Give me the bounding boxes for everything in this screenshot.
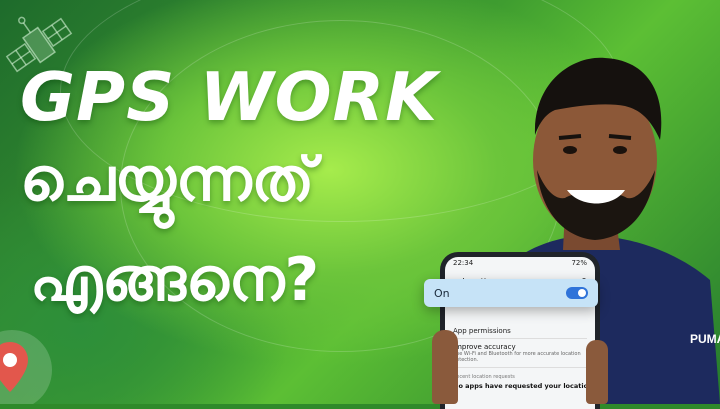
headline-line-3: എങ്ങനെ? — [30, 245, 320, 315]
hand-left — [432, 330, 458, 404]
settings-list: App permissions Improve accuracy Use Wi-… — [453, 321, 587, 390]
improve-accuracy-title: Improve accuracy — [453, 343, 516, 351]
location-pin-icon — [0, 330, 52, 404]
headline-line-1: GPS WORK — [20, 58, 439, 136]
status-battery: 72% — [571, 259, 587, 267]
improve-accuracy-description: Use Wi-Fi and Bluetooth for more accurat… — [453, 351, 581, 363]
location-toggle-label: On — [434, 286, 450, 300]
recent-requests-label: Recent location requests — [453, 374, 515, 380]
no-apps-message: No apps have requested your location re.… — [453, 382, 587, 390]
app-permissions-item[interactable]: App permissions — [453, 321, 587, 339]
headline-line-2: ചെയ്യുന്നത് — [20, 145, 315, 215]
location-toggle-switch[interactable] — [566, 287, 588, 299]
phone-screen: 22:34 72% ‹ Location ⚲ App permissions I… — [440, 252, 600, 409]
hand-right — [586, 340, 608, 404]
location-toggle-row[interactable]: On — [424, 279, 598, 307]
shirt-brand: PUMA — [690, 332, 720, 346]
status-time: 22:34 — [453, 259, 474, 267]
status-bar: 22:34 72% — [445, 257, 595, 271]
improve-accuracy-item[interactable]: Improve accuracy Use Wi-Fi and Bluetooth… — [453, 339, 587, 368]
